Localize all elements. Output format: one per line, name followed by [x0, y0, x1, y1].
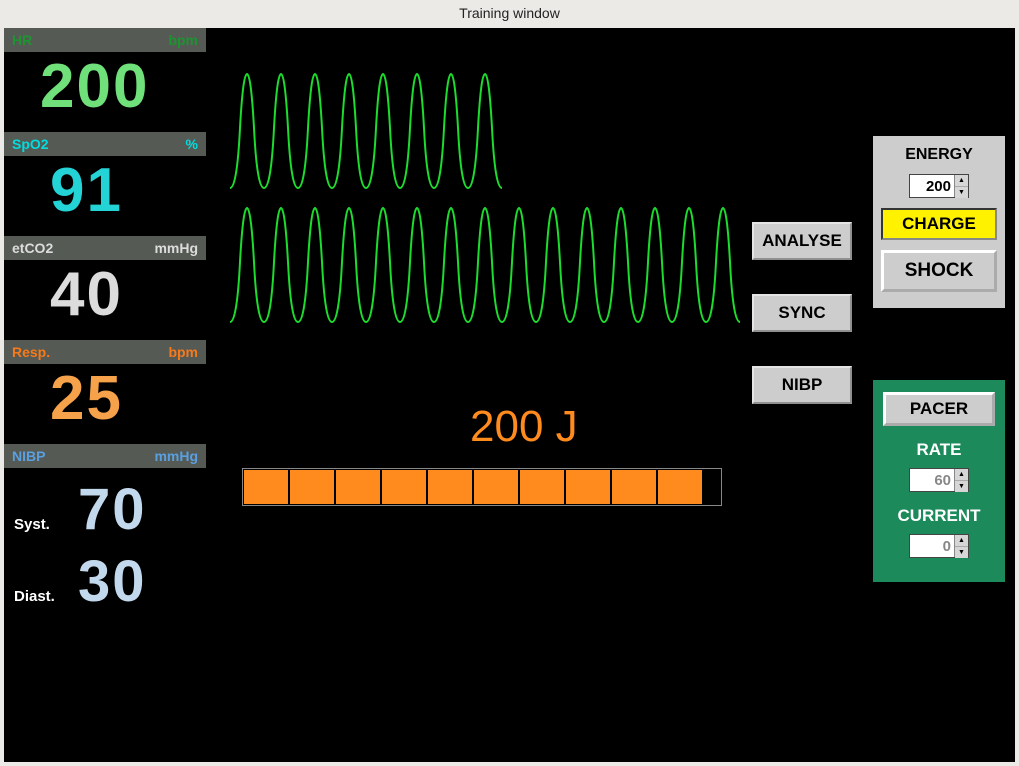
charge-segment	[336, 470, 380, 504]
nibp-syst-value: 70	[78, 476, 147, 543]
nibp-label: NIBP	[12, 448, 45, 464]
charge-segment	[474, 470, 518, 504]
sync-button[interactable]: SYNC	[752, 294, 852, 332]
nibp-diast-value: 30	[78, 548, 147, 615]
etco2-label: etCO2	[12, 240, 53, 256]
spo2-label: SpO2	[12, 136, 49, 152]
vital-etco2: etCO2 mmHg 40	[4, 236, 206, 340]
mid-button-column: ANALYSE SYNC NIBP	[752, 222, 852, 404]
rate-label: RATE	[916, 440, 961, 460]
rate-input[interactable]	[910, 469, 954, 491]
monitor-screen: HR bpm 200 SpO2 % 91 etCO2 mmHg 40 Resp.…	[4, 28, 1015, 762]
charge-segment	[520, 470, 564, 504]
current-up-icon[interactable]: ▲	[955, 535, 968, 547]
energy-input[interactable]	[910, 175, 954, 197]
hr-unit: bpm	[168, 32, 198, 48]
hr-label: HR	[12, 32, 32, 48]
vital-spo2: SpO2 % 91	[4, 132, 206, 236]
energy-spinner[interactable]: ▲ ▼	[909, 174, 969, 198]
charge-segment	[428, 470, 472, 504]
spo2-value: 91	[4, 156, 206, 236]
resp-value: 25	[4, 364, 206, 444]
charge-segment	[244, 470, 288, 504]
resp-unit: bpm	[168, 344, 198, 360]
energy-label: ENERGY	[905, 146, 973, 164]
rate-down-icon[interactable]: ▼	[955, 481, 968, 492]
hr-value: 200	[4, 52, 206, 132]
analyse-button[interactable]: ANALYSE	[752, 222, 852, 260]
charge-button[interactable]: CHARGE	[881, 208, 997, 240]
pacer-panel: PACER RATE ▲ ▼ CURRENT ▲ ▼	[873, 380, 1005, 582]
vital-nibp: NIBP mmHg Syst. 70 Diast. 30	[4, 444, 206, 620]
ecg-waveform-bottom	[230, 202, 750, 332]
energy-down-icon[interactable]: ▼	[955, 187, 968, 198]
charge-segment	[290, 470, 334, 504]
nibp-unit: mmHg	[154, 448, 198, 464]
vitals-column: HR bpm 200 SpO2 % 91 etCO2 mmHg 40 Resp.…	[4, 28, 206, 762]
pacer-button[interactable]: PACER	[883, 392, 995, 426]
charge-segment	[612, 470, 656, 504]
nibp-button[interactable]: NIBP	[752, 366, 852, 404]
current-input[interactable]	[910, 535, 954, 557]
charge-bar	[242, 468, 722, 506]
charge-segment	[566, 470, 610, 504]
etco2-value: 40	[4, 260, 206, 340]
vital-hr: HR bpm 200	[4, 28, 206, 132]
energy-readout: 200 J	[470, 402, 578, 452]
current-label: CURRENT	[897, 506, 980, 526]
rate-spinner[interactable]: ▲ ▼	[909, 468, 969, 492]
charge-segment	[382, 470, 426, 504]
rate-up-icon[interactable]: ▲	[955, 469, 968, 481]
shock-button[interactable]: SHOCK	[881, 250, 997, 292]
ecg-waveform-top	[230, 68, 530, 198]
current-down-icon[interactable]: ▼	[955, 547, 968, 558]
energy-up-icon[interactable]: ▲	[955, 175, 968, 187]
spo2-unit: %	[186, 136, 198, 152]
resp-label: Resp.	[12, 344, 50, 360]
current-spinner[interactable]: ▲ ▼	[909, 534, 969, 558]
nibp-diast-label: Diast.	[14, 588, 64, 605]
charge-segment	[658, 470, 702, 504]
vital-resp: Resp. bpm 25	[4, 340, 206, 444]
defib-panel: ENERGY ▲ ▼ CHARGE SHOCK	[873, 136, 1005, 308]
window-title: Training window	[0, 0, 1019, 26]
nibp-syst-label: Syst.	[14, 516, 64, 533]
etco2-unit: mmHg	[154, 240, 198, 256]
